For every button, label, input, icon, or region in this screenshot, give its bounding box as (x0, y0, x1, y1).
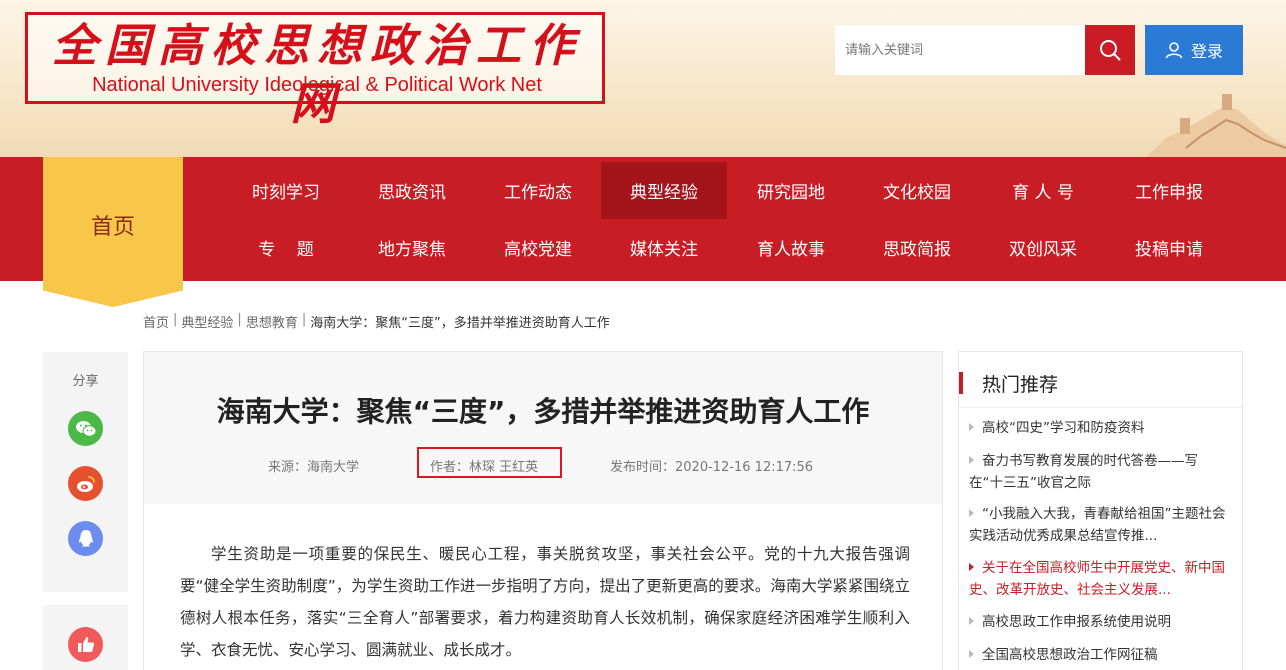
article-source: 来源：海南大学 (268, 460, 360, 475)
login-button[interactable]: 登录 (1145, 25, 1243, 75)
weibo-share-button[interactable] (68, 466, 103, 501)
qq-share-button[interactable] (68, 521, 103, 556)
like-button[interactable] (68, 627, 103, 662)
thumbs-up-icon (77, 636, 94, 652)
hot-item-label: “小我融入大我，青春献给祖国”主题社会实践活动优秀成果总结宣传推... (969, 506, 1226, 544)
search-box (835, 25, 1135, 75)
article-header: 海南大学：聚焦“三度”，多措并举推进资助育人工作 来源：海南大学 作者：林琛 王… (144, 352, 942, 504)
site-logo[interactable]: 全国高校思想政治工作网 National University Ideologi… (25, 12, 605, 130)
article: 海南大学：聚焦“三度”，多措并举推进资助育人工作 来源：海南大学 作者：林琛 王… (143, 351, 943, 670)
breadcrumb-sixiangjiaoyu[interactable]: 思想教育 (246, 312, 298, 332)
wechat-share-button[interactable] (68, 411, 103, 446)
caret-right-icon (969, 617, 974, 625)
article-body: 学生资助是一项重要的保民生、暖民心工程，事关脱贫攻坚，事关社会公平。党的十九大报… (180, 545, 910, 659)
hot-item[interactable]: 全国高校思想政治工作网征稿 (969, 644, 1229, 666)
hot-recommend-header: 热门推荐 (959, 372, 1242, 396)
divider (959, 407, 1242, 408)
hot-recommend-panel: 热门推荐 高校“四史”学习和防疫资料 奋力书写教育发展的时代答卷——写在“十三五… (958, 351, 1243, 670)
hot-item-label: 关于在全国高校师生中开展党史、新中国史、改革开放史、社会主义发展... (969, 560, 1225, 598)
nav-item-sizhengzixun[interactable]: 思政资讯 (349, 162, 475, 219)
share-panel: 分享 (43, 352, 128, 592)
hot-item[interactable]: 奋力书写教育发展的时代答卷——写在“十三五”收官之际 (969, 450, 1229, 494)
great-wall-illustration (1146, 94, 1286, 157)
nav-item-gaoxiaodangjian[interactable]: 高校党建 (475, 219, 601, 276)
hot-item[interactable]: “小我融入大我，青春献给祖国”主题社会实践活动优秀成果总结宣传推... (969, 503, 1229, 547)
article-publish-time: 发布时间：2020-12-16 12:17:56 (610, 460, 814, 475)
nav-home-label: 首页 (90, 215, 135, 240)
nav-item-dianxingjingyan[interactable]: 典型经验 (601, 162, 727, 219)
hot-item[interactable]: 高校思政工作申报系统使用说明 (969, 611, 1229, 633)
breadcrumb-current: 海南大学：聚焦“三度”，多措并举推进资助育人工作 (310, 316, 610, 331)
caret-right-icon (969, 456, 974, 464)
nav-item-gongzuoshenbao[interactable]: 工作申报 (1106, 162, 1232, 219)
nav-item-sizhengjianbao[interactable]: 思政简报 (854, 219, 980, 276)
nav-item-wenhuaxiaoyuan[interactable]: 文化校园 (854, 162, 980, 219)
nav-item-tougaoshenqing[interactable]: 投稿申请 (1106, 219, 1232, 276)
nav-item-yanjiuyuandi[interactable]: 研究园地 (728, 162, 854, 219)
caret-right-icon (969, 650, 974, 658)
breadcrumb-separator: | (173, 312, 178, 327)
breadcrumb-separator: | (301, 312, 307, 327)
logo-english-title: National University Ideological & Politi… (92, 74, 542, 96)
login-label: 登录 (1190, 42, 1223, 61)
nav-item-difangjujiao[interactable]: 地方聚焦 (349, 219, 475, 276)
nav-item-gongzuodongtai[interactable]: 工作动态 (475, 162, 601, 219)
caret-right-icon (969, 423, 974, 431)
hot-title-accent-bar (959, 372, 963, 394)
breadcrumb: 首页 | 典型经验 | 思想教育 | 海南大学：聚焦“三度”，多措并举推进资助育… (143, 312, 610, 332)
nav-item-zhuanti[interactable]: 专 题 (223, 219, 349, 276)
breadcrumb-home[interactable]: 首页 (143, 312, 169, 332)
hot-item[interactable]: 高校“四史”学习和防疫资料 (969, 417, 1229, 439)
caret-right-icon (969, 563, 974, 571)
hot-item-label: 奋力书写教育发展的时代答卷——写在“十三五”收官之际 (969, 453, 1198, 491)
breadcrumb-separator: | (237, 312, 242, 327)
hot-item-label: 高校“四史”学习和防疫资料 (982, 420, 1145, 436)
hot-recommend-title: 热门推荐 (982, 374, 1059, 396)
article-author: 作者：林琛 王红英 (430, 460, 539, 475)
user-icon (1165, 42, 1183, 59)
share-label: 分享 (72, 374, 99, 389)
wechat-icon (75, 420, 96, 437)
nav-item-yurenhao[interactable]: 育 人 号 (980, 162, 1106, 219)
nav-item-shuangchuangfengcai[interactable]: 双创风采 (980, 219, 1106, 276)
like-panel (43, 605, 128, 670)
qq-icon (78, 529, 93, 546)
article-title: 海南大学：聚焦“三度”，多措并举推进资助育人工作 (216, 395, 870, 428)
hot-item-highlighted[interactable]: 关于在全国高校师生中开展党史、新中国史、改革开放史、社会主义发展... (969, 557, 1229, 601)
hot-item-label: 全国高校思想政治工作网征稿 (982, 647, 1158, 663)
search-button[interactable] (1085, 25, 1135, 75)
weibo-icon (76, 475, 95, 492)
nav-item-yurengushi[interactable]: 育人故事 (728, 219, 854, 276)
nav-home[interactable]: 首页 (43, 157, 183, 307)
nav-item-meitiguanzhu[interactable]: 媒体关注 (601, 219, 727, 276)
search-input[interactable] (835, 25, 1085, 75)
hot-item-label: 高校思政工作申报系统使用说明 (982, 614, 1171, 630)
nav-item-shikexuexi[interactable]: 时刻学习 (223, 162, 349, 219)
breadcrumb-dianxingjingyan[interactable]: 典型经验 (181, 312, 233, 332)
caret-right-icon (969, 509, 974, 517)
search-icon (1100, 40, 1121, 61)
